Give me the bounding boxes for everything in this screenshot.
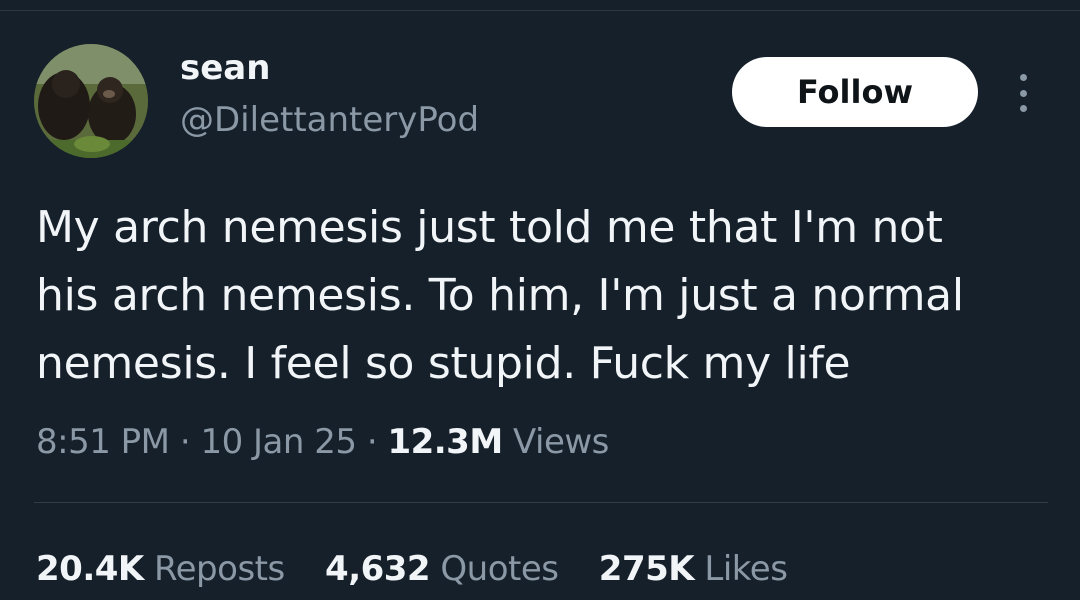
likes-stat[interactable]: 275K Likes: [599, 549, 788, 589]
avatar-image: [34, 44, 148, 158]
engagement-stats: 20.4K Reposts 4,632 Quotes 275K Likes: [36, 544, 817, 594]
author-handle[interactable]: @DilettanteryPod: [180, 98, 479, 142]
likes-count: 275K: [598, 549, 695, 589]
likes-label: Likes: [704, 549, 788, 589]
tweet-time[interactable]: 8:51 PM: [36, 422, 170, 462]
author-display-name[interactable]: sean: [180, 46, 270, 90]
tweet-text-line: nemesis. I feel so stupid. Fuck my life: [36, 338, 851, 389]
meta-separator: ·: [366, 422, 378, 462]
tweet-text-line: his arch nemesis. To him, I'm just a nor…: [36, 270, 964, 321]
tweet-meta: 8:51 PM · 10 Jan 25 · 12.3M Views: [36, 418, 609, 466]
quotes-count: 4,632: [325, 549, 431, 589]
meta-separator: ·: [179, 422, 191, 462]
more-options-button[interactable]: [1006, 70, 1040, 116]
reposts-label: Reposts: [154, 549, 285, 589]
tweet-text: My arch nemesis just told me that I'm no…: [36, 194, 1046, 398]
tweet-text-line: My arch nemesis just told me that I'm no…: [36, 202, 943, 253]
reposts-count: 20.4K: [36, 549, 144, 589]
quotes-label: Quotes: [440, 549, 559, 589]
stats-divider: [34, 502, 1048, 503]
tweet-date[interactable]: 10 Jan 25: [200, 422, 357, 462]
avatar[interactable]: [34, 44, 148, 158]
views-count: 12.3M: [387, 422, 503, 462]
views-label: Views: [512, 422, 609, 462]
reposts-stat[interactable]: 20.4K Reposts: [36, 549, 285, 589]
more-vertical-icon: [1019, 74, 1027, 112]
top-divider: [0, 10, 1080, 11]
follow-button[interactable]: Follow: [732, 57, 978, 127]
quotes-stat[interactable]: 4,632 Quotes: [325, 549, 559, 589]
